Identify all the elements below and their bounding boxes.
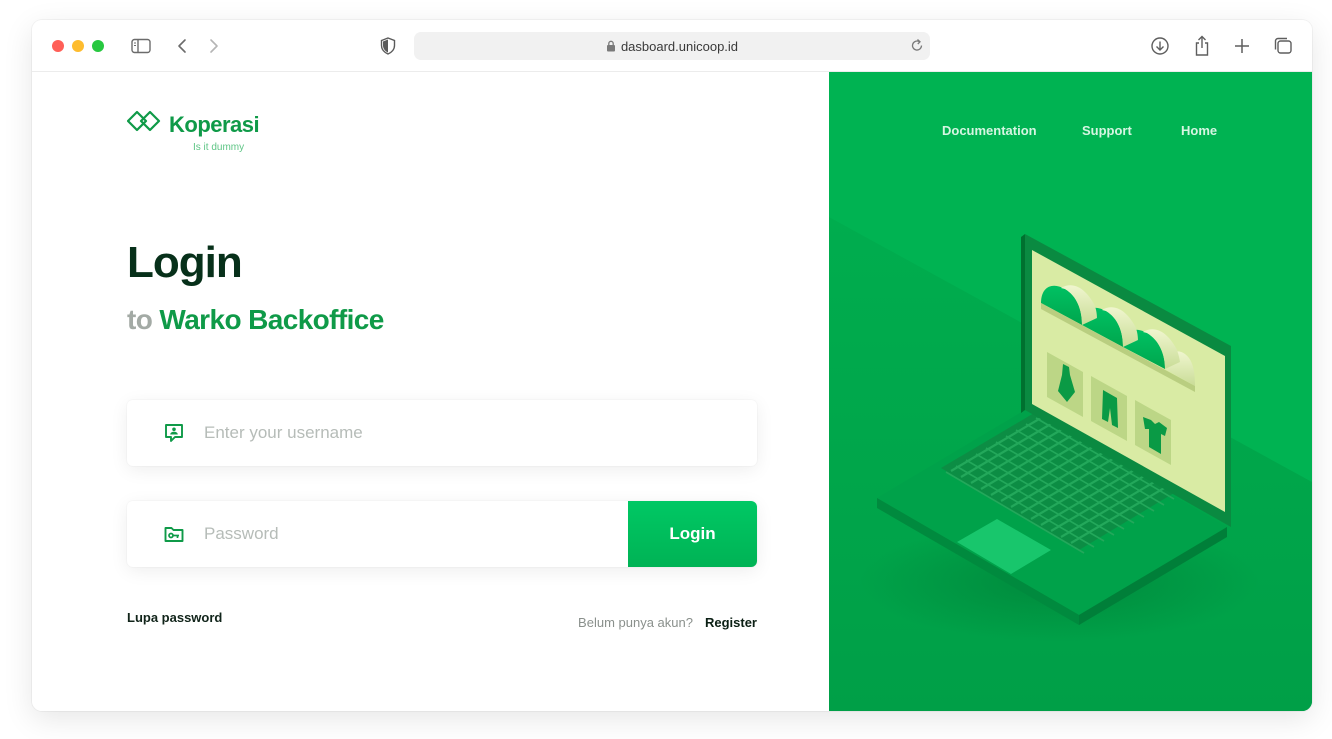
- brand-name: Koperasi: [169, 111, 260, 137]
- laptop-shop-illustration: [829, 72, 1312, 711]
- register-link[interactable]: Register: [705, 615, 757, 630]
- address-bar[interactable]: dasboard.unicoop.id: [414, 32, 930, 60]
- key-folder-icon: [163, 523, 185, 545]
- username-input[interactable]: [204, 418, 604, 448]
- minimize-window-button[interactable]: [72, 40, 84, 52]
- nav-support[interactable]: Support: [1082, 123, 1132, 138]
- register-question: Belum punya akun?: [578, 615, 693, 630]
- tabs-icon[interactable]: [1271, 34, 1295, 58]
- page-subtitle: to Warko Backoffice: [127, 304, 384, 336]
- subtitle-prefix: to: [127, 304, 153, 335]
- subtitle-brand: Warko Backoffice: [159, 304, 384, 335]
- sidebar-icon[interactable]: [129, 34, 153, 58]
- forward-icon[interactable]: [202, 34, 226, 58]
- password-input[interactable]: [204, 519, 604, 549]
- diamond-logo-icon: [126, 110, 161, 139]
- back-icon[interactable]: [170, 34, 194, 58]
- reload-icon[interactable]: [910, 37, 924, 56]
- password-field[interactable]: Login: [127, 501, 757, 567]
- nav-home[interactable]: Home: [1181, 123, 1217, 138]
- user-card-icon: [163, 422, 185, 444]
- register-row: Belum punya akun? Register: [578, 615, 757, 630]
- nav-documentation[interactable]: Documentation: [942, 123, 1037, 138]
- browser-toolbar: dasboard.unicoop.id: [32, 20, 1312, 72]
- zoom-window-button[interactable]: [92, 40, 104, 52]
- download-icon[interactable]: [1148, 34, 1172, 58]
- brand-tagline: Is it dummy: [193, 142, 245, 153]
- share-icon[interactable]: [1190, 34, 1214, 58]
- username-field[interactable]: [127, 400, 757, 466]
- page-title: Login: [127, 238, 243, 287]
- login-panel: Koperasi Is it dummy Login to Warko Back…: [32, 72, 829, 711]
- url-text: dasboard.unicoop.id: [620, 38, 739, 54]
- new-tab-icon[interactable]: [1230, 34, 1254, 58]
- illustration-panel: Documentation Support Home: [829, 72, 1312, 711]
- shield-icon[interactable]: [376, 34, 400, 58]
- close-window-button[interactable]: [52, 40, 64, 52]
- brand-logo[interactable]: Koperasi: [126, 110, 260, 139]
- browser-window: dasboard.unicoop.id Koperasi Is it dummy…: [32, 20, 1312, 711]
- login-button[interactable]: Login: [628, 501, 757, 567]
- lock-icon: [606, 40, 616, 52]
- forgot-password-link[interactable]: Lupa password: [127, 610, 222, 625]
